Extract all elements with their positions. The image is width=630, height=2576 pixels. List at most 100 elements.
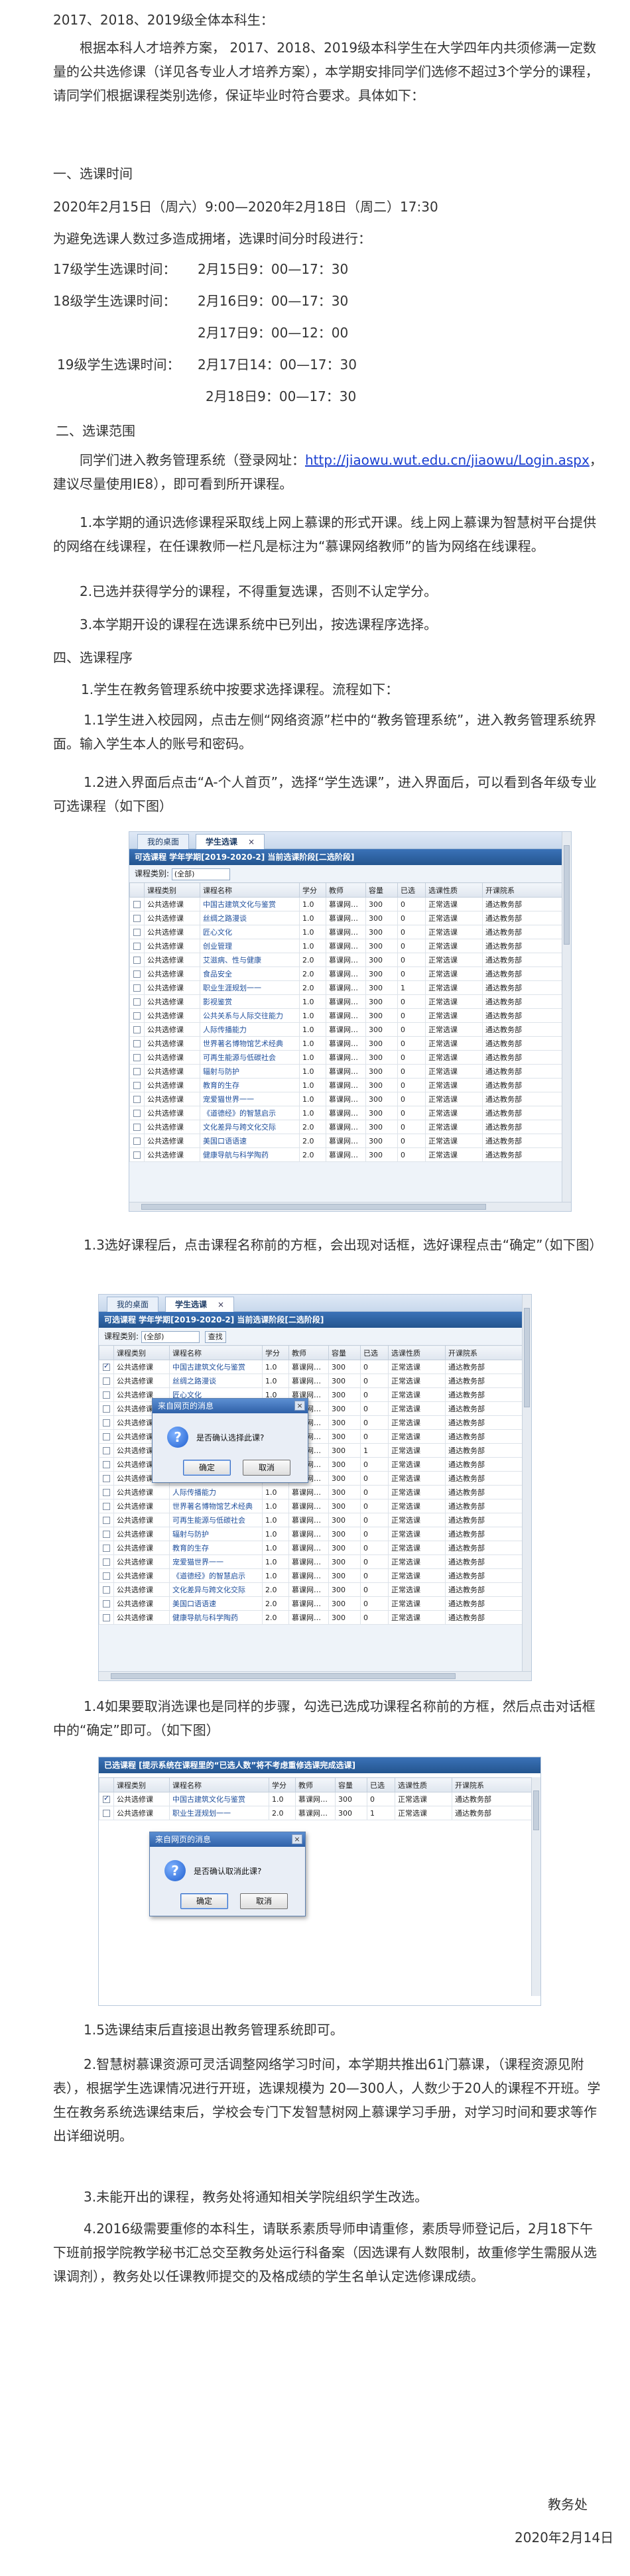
table-row[interactable]: 公共选修课 教育的生存 1.0 慕课网… 300 0 正常选课 通达教务部 <box>99 1541 523 1555</box>
tab-course-selection[interactable]: 学生选课 × <box>165 1297 235 1312</box>
table-cell[interactable]: 世界著名博物馆艺术经典 <box>169 1499 263 1513</box>
table-row[interactable]: 公共选修课影视鉴赏1.0慕课网…3000正常选课通达教务部 <box>129 994 562 1009</box>
table-cell[interactable]: 健康导航与科学陶药 <box>169 1610 263 1625</box>
select-checkbox[interactable] <box>133 1138 141 1145</box>
column-header[interactable]: 课程名称 <box>169 1345 263 1360</box>
table-row[interactable]: 公共选修课职业生涯规划一一2.0慕课网…3001正常选课通达教务部 <box>99 1806 532 1820</box>
select-checkbox[interactable] <box>103 1586 110 1594</box>
close-icon[interactable]: × <box>292 1834 302 1844</box>
table-cell[interactable]: 世界著名博物馆艺术经典 <box>200 1036 300 1051</box>
close-icon[interactable]: × <box>218 1300 224 1309</box>
table-row[interactable]: 公共选修课 人际传播能力 1.0 慕课网… 300 0 正常选课 通达教务部 <box>99 1485 523 1499</box>
column-header[interactable]: 教师 <box>295 1777 336 1792</box>
vertical-scrollbar[interactable] <box>531 1777 540 1996</box>
table-cell[interactable]: 文化差异与跨文化交际 <box>200 1120 300 1134</box>
column-header[interactable]: 选课性质 <box>425 882 483 898</box>
scroll-thumb[interactable] <box>533 1790 539 1830</box>
search-button[interactable]: 查找 <box>204 1330 226 1343</box>
table-cell[interactable]: 艾滋病、性与健康 <box>200 953 300 967</box>
select-checkbox[interactable] <box>103 1475 110 1482</box>
ok-button[interactable]: 确定 <box>180 1893 228 1909</box>
column-header[interactable]: 容量 <box>328 1345 361 1360</box>
select-checkbox[interactable] <box>103 1572 110 1580</box>
column-header[interactable]: 开课院系 <box>452 1777 532 1792</box>
table-row[interactable]: 公共选修课 丝绸之路漫谈 1.0 慕课网… 300 0 正常选课 通达教务部 <box>129 911 562 925</box>
select-checkbox[interactable] <box>103 1489 110 1496</box>
column-header[interactable]: 容量 <box>335 1777 367 1792</box>
column-header[interactable]: 已选 <box>360 1345 389 1360</box>
select-checkbox[interactable] <box>103 1614 110 1621</box>
vertical-scrollbar[interactable] <box>562 832 571 1202</box>
table-cell[interactable]: 丝绸之路漫谈 <box>200 911 300 925</box>
scroll-thumb[interactable] <box>141 1204 486 1210</box>
select-checkbox[interactable] <box>133 984 141 992</box>
table-cell[interactable]: 人际传播能力 <box>169 1485 263 1499</box>
select-checkbox[interactable] <box>133 929 141 936</box>
table-row[interactable]: 公共选修课 世界著名博物馆艺术经典 1.0 慕课网… 300 0 正常选课 通达教务部 <box>129 1036 562 1051</box>
table-row[interactable]: 公共选修课 宠爱猫世界一一 1.0 慕课网… 300 0 正常选课 通达教务部 <box>99 1554 523 1569</box>
table-row[interactable]: 公共选修课中国古建筑文化与鉴赏1.0慕课网…3000正常选课通达教务部 <box>99 1360 523 1374</box>
select-checkbox[interactable] <box>133 998 141 1006</box>
close-icon[interactable]: × <box>248 837 255 847</box>
login-url-link[interactable]: http://jiaowu.wut.edu.cn/jiaowu/Login.as… <box>305 452 590 468</box>
select-checkbox[interactable] <box>133 915 141 922</box>
column-header[interactable]: 开课院系 <box>482 882 562 898</box>
column-header[interactable]: 已选 <box>367 1777 395 1792</box>
cancel-button[interactable]: 取消 <box>243 1460 290 1476</box>
column-header[interactable]: 已选 <box>397 882 426 898</box>
column-header[interactable]: 开课院系 <box>445 1345 523 1360</box>
select-checkbox[interactable] <box>133 1012 141 1020</box>
column-header[interactable]: 学分 <box>299 882 326 898</box>
select-checkbox[interactable] <box>103 1377 110 1385</box>
table-cell[interactable]: 辐射与防护 <box>169 1527 263 1541</box>
column-header[interactable]: 课程类别 <box>113 1777 170 1792</box>
table-row[interactable]: 公共选修课 教育的生存 1.0 慕课网… 300 0 正常选课 通达教务部 <box>129 1078 562 1092</box>
horizontal-scrollbar[interactable] <box>99 1671 531 1680</box>
scroll-thumb[interactable] <box>111 1673 456 1679</box>
select-checkbox[interactable] <box>103 1419 110 1427</box>
table-row[interactable]: 公共选修课 《道德经》的智慧启示 1.0 慕课网… 300 0 正常选课 通达教务部 <box>129 1106 562 1120</box>
select-checkbox[interactable] <box>133 943 141 950</box>
select-checkbox[interactable] <box>133 1026 141 1033</box>
table-row[interactable]: 公共选修课 美国口语语速 2.0 慕课网… 300 0 正常选课 通达教务部 <box>99 1596 523 1611</box>
select-checkbox[interactable] <box>133 970 141 978</box>
column-header[interactable]: 学分 <box>262 1345 289 1360</box>
table-row[interactable]: 公共选修课 健康导航与科学陶药 2.0 慕课网… 300 0 正常选课 通达教务部 <box>99 1610 523 1625</box>
table-cell[interactable]: 可再生能源与低碳社会 <box>200 1050 300 1065</box>
table-cell[interactable]: 文化差异与跨文化交际 <box>169 1582 263 1597</box>
tab-desktop[interactable]: 我的桌面 <box>107 1297 159 1312</box>
select-checkbox[interactable] <box>103 1600 110 1608</box>
table-cell[interactable]: 美国口语语速 <box>200 1134 300 1148</box>
select-checkbox[interactable] <box>133 1096 141 1103</box>
table-cell[interactable]: 宠爱猫世界一一 <box>200 1092 300 1106</box>
table-cell[interactable]: 中国古建筑文化与鉴赏 <box>200 897 300 911</box>
table-cell[interactable]: 影视鉴赏 <box>200 994 300 1009</box>
column-header[interactable]: 教师 <box>288 1345 329 1360</box>
table-cell[interactable]: 中国古建筑文化与鉴赏 <box>169 1792 269 1806</box>
select-checkbox[interactable] <box>133 957 141 964</box>
table-row[interactable]: 公共选修课 世界著名博物馆艺术经典 1.0 慕课网… 300 0 正常选课 通达教务部 <box>99 1499 523 1513</box>
ok-button[interactable]: 确定 <box>183 1460 231 1476</box>
table-row[interactable]: 公共选修课 辐射与防护 1.0 慕课网… 300 0 正常选课 通达教务部 <box>129 1064 562 1079</box>
close-icon[interactable]: × <box>294 1401 305 1411</box>
table-row[interactable]: 公共选修课 匠心文化 1.0 慕课网… 300 0 正常选课 通达教务部 <box>129 925 562 939</box>
column-header[interactable]: 课程类别 <box>144 882 200 898</box>
course-category-select[interactable]: (全部) <box>171 868 230 880</box>
table-row[interactable]: 公共选修课 丝绸之路漫谈 1.0 慕课网… 300 0 正常选课 通达教务部 <box>99 1374 523 1388</box>
select-checkbox[interactable] <box>103 1810 110 1817</box>
cancel-button[interactable]: 取消 <box>240 1893 288 1909</box>
table-row[interactable]: 公共选修课公共关系与人际交往能力1.0慕课网…3000正常选课通达教务部 <box>129 1008 562 1023</box>
select-checkbox[interactable] <box>103 1433 110 1440</box>
select-checkbox[interactable] <box>103 1405 110 1413</box>
table-cell[interactable]: 可再生能源与低碳社会 <box>169 1513 263 1527</box>
table-cell[interactable]: 《道德经》的智慧启示 <box>200 1106 300 1120</box>
select-checkbox[interactable] <box>133 1082 141 1089</box>
table-cell[interactable]: 美国口语语速 <box>169 1596 263 1611</box>
select-checkbox[interactable] <box>103 1503 110 1510</box>
table-cell[interactable]: 教育的生存 <box>200 1078 300 1092</box>
table-row[interactable]: 公共选修课创业管理1.0慕课网…3000正常选课通达教务部 <box>129 939 562 953</box>
table-cell[interactable]: 《道德经》的智慧启示 <box>169 1568 263 1583</box>
column-header[interactable]: 课程名称 <box>169 1777 269 1792</box>
table-cell[interactable]: 匠心文化 <box>200 925 300 939</box>
select-checkbox[interactable] <box>133 1151 141 1159</box>
